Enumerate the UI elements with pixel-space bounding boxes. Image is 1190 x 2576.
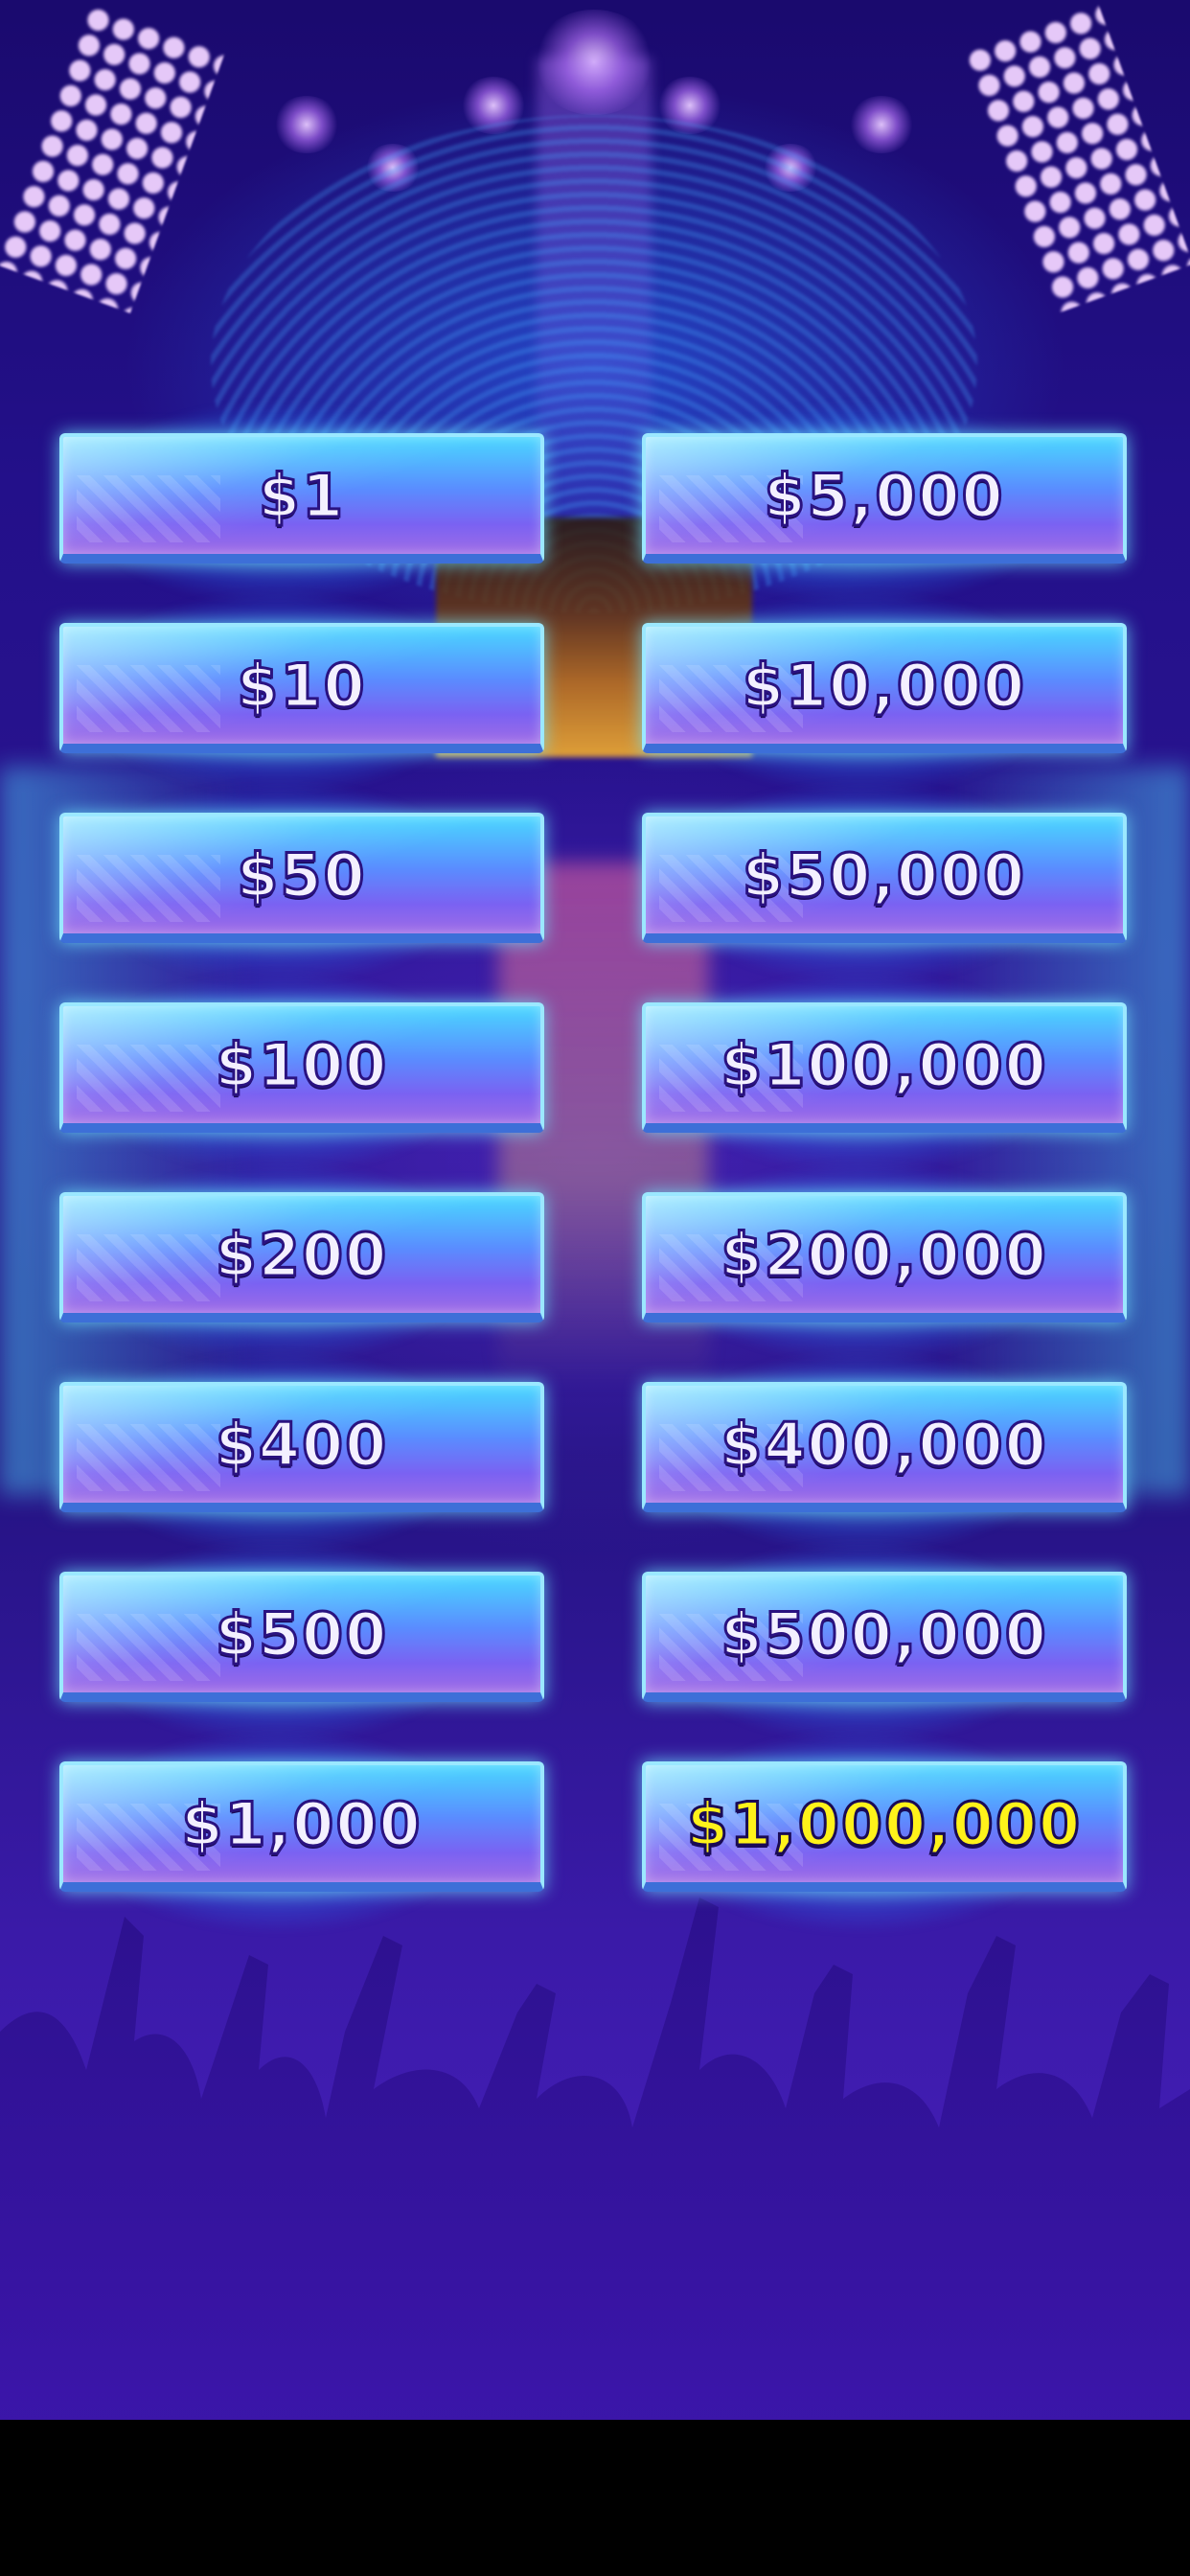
prize-button-10000[interactable]: $10,000 — [642, 623, 1127, 753]
crowd-silhouette — [0, 1898, 1190, 2420]
prize-button-200[interactable]: $200 — [59, 1192, 544, 1322]
prize-label: $5,000 — [763, 459, 1005, 532]
prize-label: $200 — [214, 1218, 389, 1291]
prize-button-200000[interactable]: $200,000 — [642, 1192, 1127, 1322]
prize-label: $1,000 — [180, 1787, 423, 1860]
prize-label: $1 — [257, 459, 346, 532]
bottom-black-bar — [0, 2420, 1190, 2576]
prize-button-500[interactable]: $500 — [59, 1572, 544, 1702]
prize-button-1[interactable]: $1 — [59, 433, 544, 564]
prize-label: $50 — [236, 839, 367, 911]
prize-label: $100,000 — [720, 1028, 1048, 1101]
prize-button-100[interactable]: $100 — [59, 1002, 544, 1133]
left-stage-light-icon — [0, 3, 226, 313]
prize-label: $500 — [214, 1598, 389, 1670]
prize-label: $50,000 — [741, 839, 1027, 911]
spotlight-icon — [273, 96, 340, 153]
prize-button-10[interactable]: $10 — [59, 623, 544, 753]
prize-label: $100 — [214, 1028, 389, 1101]
prize-label: $400 — [214, 1408, 389, 1481]
spotlight-icon — [848, 96, 915, 153]
prize-button-400000[interactable]: $400,000 — [642, 1382, 1127, 1512]
right-stage-light-icon — [962, 3, 1190, 313]
prize-button-1000[interactable]: $1,000 — [59, 1761, 544, 1892]
prize-label: $400,000 — [720, 1408, 1048, 1481]
prize-button-400[interactable]: $400 — [59, 1382, 544, 1512]
prize-label: $10 — [236, 649, 367, 722]
game-stage-background: $1 $10 $50 $100 $200 $400 $500 $1,000 $5… — [0, 0, 1190, 2420]
prize-label: $10,000 — [741, 649, 1027, 722]
jackpot-label: $1,000,000 — [685, 1787, 1083, 1860]
prize-button-50000[interactable]: $50,000 — [642, 813, 1127, 943]
prize-button-5000[interactable]: $5,000 — [642, 433, 1127, 564]
prize-label: $200,000 — [720, 1218, 1048, 1291]
prize-button-500000[interactable]: $500,000 — [642, 1572, 1127, 1702]
prize-button-1000000[interactable]: $1,000,000 — [642, 1761, 1127, 1892]
prize-button-100000[interactable]: $100,000 — [642, 1002, 1127, 1133]
prize-button-50[interactable]: $50 — [59, 813, 544, 943]
prize-label: $500,000 — [720, 1598, 1048, 1670]
